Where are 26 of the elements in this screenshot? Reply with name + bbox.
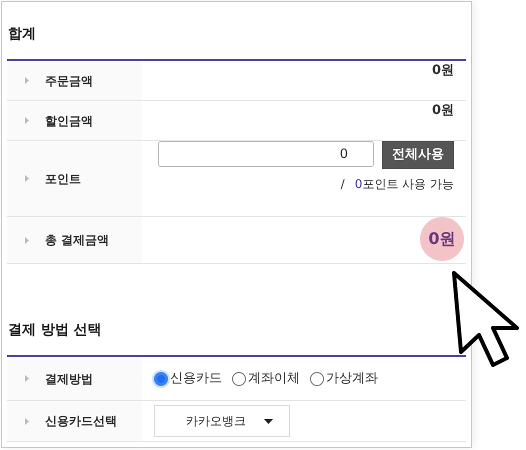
chevron-icon [25,236,29,244]
row-label: 주문금액 [45,72,93,90]
use-all-button[interactable]: 전체사용 [382,141,454,169]
row-label: 할인금액 [45,112,93,130]
point-input-field[interactable]: 0 [158,141,374,167]
row-label: 결제방법 [45,370,93,388]
amount-value: 0원 [432,102,454,120]
section-title: 결제 방법 선택 [7,321,103,340]
chevron-icon [25,418,29,424]
chevron-icon [25,77,29,84]
payment-radio-option[interactable]: 신용카드 [154,368,222,388]
row-label: 포인트 [45,170,81,188]
chevron-icon [25,175,29,182]
card-select-dropdown[interactable]: 카카오뱅크 [154,405,290,437]
payment-radio-option[interactable]: 가상계좌 [310,368,378,388]
available-points-text: 0포인트 사용 가능 [354,176,454,193]
row-label: 신용카드선택 [45,413,117,430]
total-amount-value: 0원 [420,217,464,261]
chevron-icon [25,117,29,124]
chevron-icon [25,375,29,382]
separator-text: / [340,176,345,193]
payment-radio-option[interactable]: 계좌이체 [232,368,300,388]
amount-value: 0원 [432,62,454,80]
caret-icon [264,418,273,424]
section-title: 합계 [7,25,37,44]
row-label: 총 결제금액 [45,232,110,249]
